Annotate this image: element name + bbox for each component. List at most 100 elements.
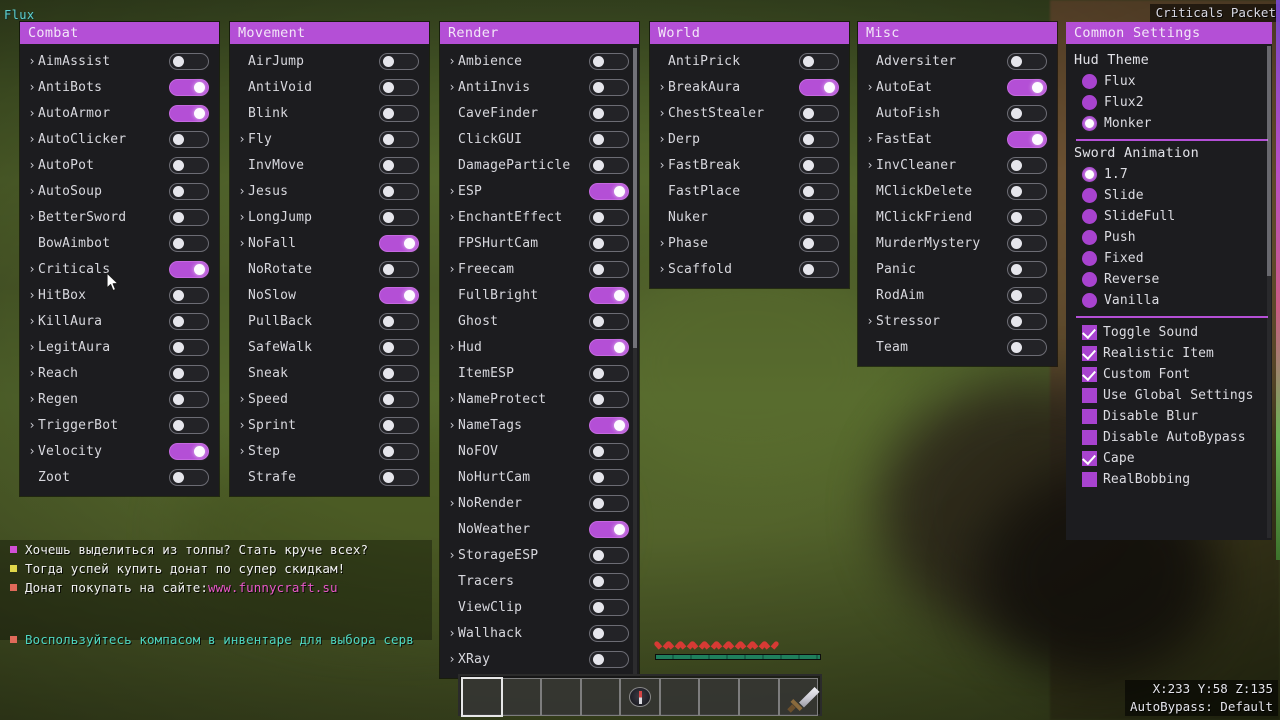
module-row[interactable]: ›BowAimbot	[20, 230, 219, 256]
hotbar-slot[interactable]	[778, 678, 820, 716]
radio-option[interactable]: Monker	[1074, 113, 1272, 134]
chevron-right-icon[interactable]: ›	[26, 152, 38, 178]
module-row[interactable]: ›AntiVoid	[230, 74, 429, 100]
chevron-right-icon[interactable]: ›	[26, 48, 38, 74]
module-row[interactable]: › FastBreak	[650, 152, 849, 178]
chevron-right-icon[interactable]: ›	[26, 438, 38, 464]
module-row[interactable]: ›Strafe	[230, 464, 429, 490]
hotbar-slot[interactable]	[580, 678, 621, 716]
module-toggle[interactable]	[169, 260, 209, 278]
module-row[interactable]: ›ViewClip	[440, 594, 639, 620]
module-toggle[interactable]	[169, 390, 209, 408]
module-row[interactable]: › Derp	[650, 126, 849, 152]
radio-button-icon[interactable]	[1082, 74, 1097, 89]
module-toggle[interactable]	[169, 234, 209, 252]
checkbox-option[interactable]: Disable AutoBypass	[1074, 427, 1272, 448]
module-row[interactable]: ›AutoFish	[858, 100, 1057, 126]
module-row[interactable]: › AntiInvis	[440, 74, 639, 100]
module-row[interactable]: › TriggerBot	[20, 412, 219, 438]
chevron-right-icon[interactable]: ›	[236, 230, 248, 256]
module-toggle[interactable]	[379, 260, 419, 278]
panel-header-world[interactable]: World	[650, 22, 849, 44]
module-toggle[interactable]	[799, 78, 839, 96]
panel-header-combat[interactable]: Combat	[20, 22, 219, 44]
module-row[interactable]: ›Ghost	[440, 308, 639, 334]
module-row[interactable]: ›AirJump	[230, 48, 429, 74]
render-panel-scrollbar[interactable]	[633, 48, 637, 674]
module-row[interactable]: ›RodAim	[858, 282, 1057, 308]
module-row[interactable]: › ESP	[440, 178, 639, 204]
module-toggle[interactable]	[169, 442, 209, 460]
radio-option[interactable]: Flux	[1074, 71, 1272, 92]
checkbox-option[interactable]: Toggle Sound	[1074, 322, 1272, 343]
module-toggle[interactable]	[379, 104, 419, 122]
module-row[interactable]: › LegitAura	[20, 334, 219, 360]
module-toggle[interactable]	[169, 364, 209, 382]
radio-button-icon[interactable]	[1082, 272, 1097, 287]
module-row[interactable]: › NameTags	[440, 412, 639, 438]
chat-link[interactable]: www.funnycraft.su	[208, 580, 338, 595]
module-toggle[interactable]	[1007, 78, 1047, 96]
radio-option[interactable]: Reverse	[1074, 269, 1272, 290]
module-row[interactable]: › Freecam	[440, 256, 639, 282]
module-toggle[interactable]	[799, 234, 839, 252]
module-toggle[interactable]	[799, 260, 839, 278]
module-row[interactable]: › Step	[230, 438, 429, 464]
module-row[interactable]: ›PullBack	[230, 308, 429, 334]
radio-button-icon[interactable]	[1082, 116, 1097, 131]
module-toggle[interactable]	[379, 416, 419, 434]
chevron-right-icon[interactable]: ›	[26, 204, 38, 230]
chevron-right-icon[interactable]: ›	[26, 334, 38, 360]
radio-option[interactable]: Fixed	[1074, 248, 1272, 269]
chevron-right-icon[interactable]: ›	[26, 256, 38, 282]
module-row[interactable]: › AutoEat	[858, 74, 1057, 100]
checkbox-icon[interactable]	[1082, 430, 1097, 445]
checkbox-option[interactable]: Realistic Item	[1074, 343, 1272, 364]
chevron-right-icon[interactable]: ›	[656, 256, 668, 282]
module-toggle[interactable]	[589, 494, 629, 512]
module-row[interactable]: ›MClickDelete	[858, 178, 1057, 204]
module-toggle[interactable]	[379, 338, 419, 356]
module-toggle[interactable]	[589, 624, 629, 642]
checkbox-option[interactable]: Use Global Settings	[1074, 385, 1272, 406]
chevron-right-icon[interactable]: ›	[236, 438, 248, 464]
chevron-right-icon[interactable]: ›	[864, 152, 876, 178]
chevron-right-icon[interactable]: ›	[446, 334, 458, 360]
module-row[interactable]: › Fly	[230, 126, 429, 152]
radio-option[interactable]: 1.7	[1074, 164, 1272, 185]
chevron-right-icon[interactable]: ›	[446, 386, 458, 412]
module-toggle[interactable]	[799, 104, 839, 122]
module-toggle[interactable]	[169, 312, 209, 330]
radio-option[interactable]: Flux2	[1074, 92, 1272, 113]
chevron-right-icon[interactable]: ›	[446, 74, 458, 100]
module-row[interactable]: ›NoRotate	[230, 256, 429, 282]
hotbar[interactable]	[458, 674, 822, 717]
radio-option[interactable]: Push	[1074, 227, 1272, 248]
module-toggle[interactable]	[169, 52, 209, 70]
chevron-right-icon[interactable]: ›	[446, 490, 458, 516]
radio-button-icon[interactable]	[1082, 95, 1097, 110]
module-toggle[interactable]	[799, 156, 839, 174]
module-toggle[interactable]	[379, 468, 419, 486]
panel-header-movement[interactable]: Movement	[230, 22, 429, 44]
chevron-right-icon[interactable]: ›	[864, 74, 876, 100]
module-toggle[interactable]	[169, 208, 209, 226]
module-toggle[interactable]	[169, 156, 209, 174]
module-toggle[interactable]	[169, 78, 209, 96]
module-toggle[interactable]	[589, 572, 629, 590]
hotbar-slot[interactable]	[738, 678, 779, 716]
module-row[interactable]: › Speed	[230, 386, 429, 412]
module-toggle[interactable]	[1007, 338, 1047, 356]
chevron-right-icon[interactable]: ›	[656, 100, 668, 126]
module-toggle[interactable]	[379, 312, 419, 330]
module-toggle[interactable]	[1007, 104, 1047, 122]
chevron-right-icon[interactable]: ›	[26, 308, 38, 334]
module-toggle[interactable]	[379, 234, 419, 252]
radio-button-icon[interactable]	[1082, 167, 1097, 182]
hotbar-slot[interactable]	[501, 678, 542, 716]
module-toggle[interactable]	[169, 286, 209, 304]
checkbox-option[interactable]: RealBobbing	[1074, 469, 1272, 490]
module-row[interactable]: › Phase	[650, 230, 849, 256]
module-row[interactable]: ›NoHurtCam	[440, 464, 639, 490]
module-toggle[interactable]	[799, 130, 839, 148]
